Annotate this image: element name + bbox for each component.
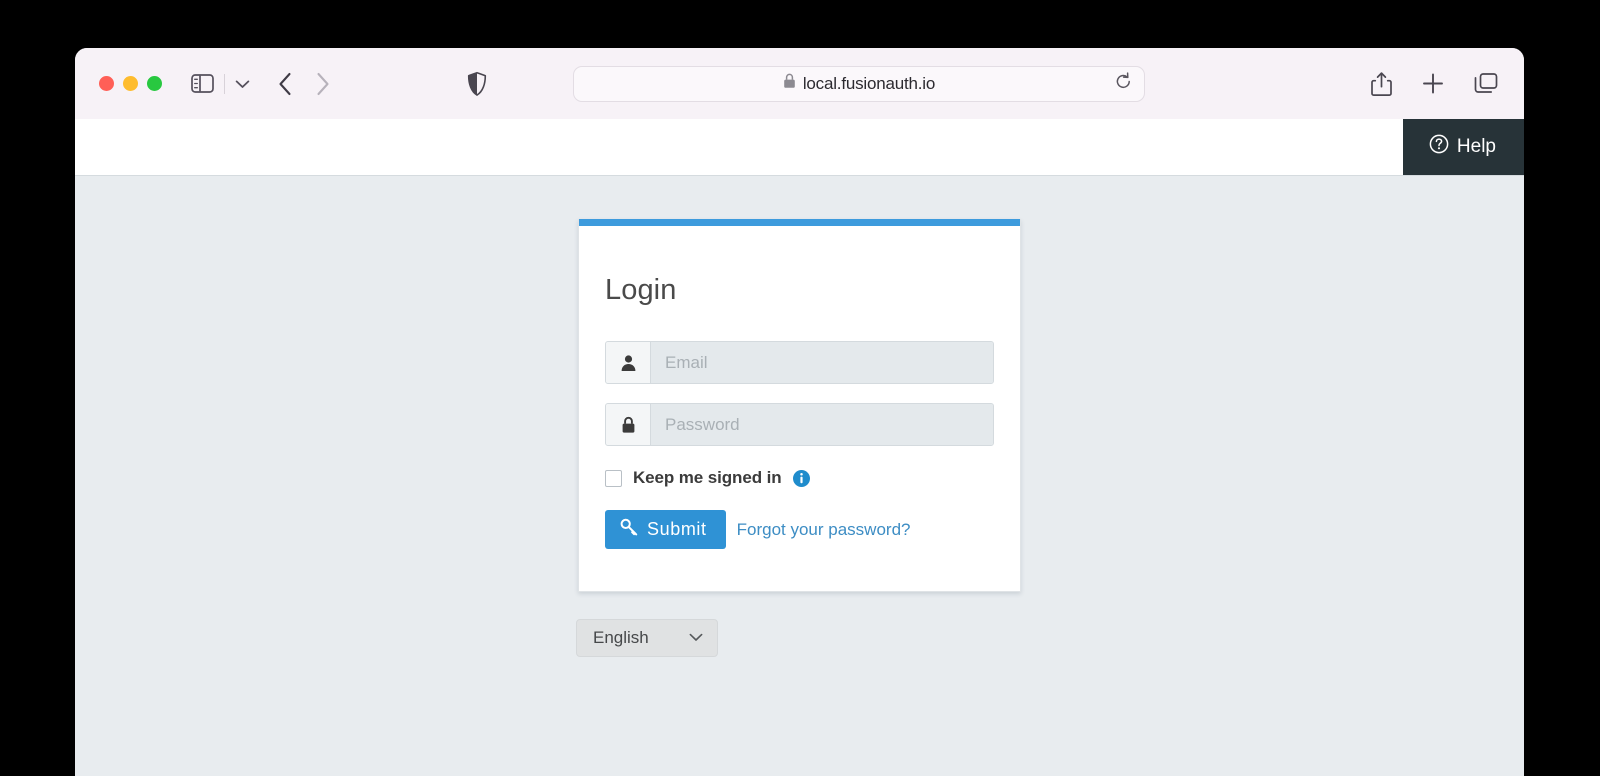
submit-button-label: Submit — [647, 519, 707, 539]
reload-icon[interactable] — [1115, 71, 1132, 96]
page-body: Login Email Keep me signed in Submit For… — [75, 175, 1524, 776]
page-title: Login — [605, 274, 677, 306]
window-controls — [99, 76, 162, 91]
address-bar-url: local.fusionauth.io — [802, 73, 936, 93]
browser-toolbar: local.fusionauth.io — [75, 48, 1524, 119]
lock-icon — [606, 404, 651, 445]
back-button[interactable] — [278, 72, 292, 96]
chevron-down-icon — [689, 629, 703, 647]
language-select[interactable]: English — [576, 619, 718, 657]
email-input-group — [605, 341, 994, 384]
browser-window: local.fusionauth.io Help Login Email Kee… — [75, 48, 1524, 776]
sidebar-controls — [191, 73, 250, 94]
address-bar[interactable]: local.fusionauth.io — [573, 65, 1145, 102]
new-tab-button[interactable] — [1422, 73, 1444, 95]
user-icon — [606, 342, 651, 383]
help-button-label: Help — [1456, 136, 1496, 157]
maximize-window-button[interactable] — [147, 76, 162, 91]
toolbar-divider — [224, 73, 225, 94]
close-window-button[interactable] — [99, 76, 114, 91]
card-accent-bar — [579, 219, 1020, 226]
password-field[interactable] — [651, 404, 993, 445]
minimize-window-button[interactable] — [123, 76, 138, 91]
privacy-shield-icon[interactable] — [467, 71, 487, 96]
info-circle-icon[interactable] — [792, 469, 810, 487]
navigation-buttons — [278, 72, 330, 96]
email-field[interactable] — [651, 342, 993, 383]
keep-signed-in-label: Keep me signed in — [633, 468, 782, 487]
tab-overview-icon[interactable] — [1474, 73, 1498, 95]
password-input-group — [605, 403, 994, 446]
chevron-down-icon[interactable] — [235, 79, 250, 89]
submit-row: Submit Forgot your password? — [605, 510, 994, 549]
forgot-password-link[interactable]: Forgot your password? — [733, 520, 911, 540]
login-card: Login Email Keep me signed in Submit For… — [578, 219, 1021, 592]
submit-button[interactable]: Submit — [605, 510, 726, 549]
keep-signed-in-checkbox[interactable] — [605, 469, 622, 487]
lock-icon — [783, 73, 796, 94]
question-circle-icon — [1429, 134, 1449, 160]
share-icon[interactable] — [1371, 71, 1392, 96]
sidebar-icon[interactable] — [191, 74, 214, 93]
language-select-value: English — [593, 628, 649, 647]
page-header: Help — [75, 119, 1524, 175]
forward-button[interactable] — [316, 72, 330, 96]
key-icon — [620, 518, 638, 541]
keep-signed-in-row: Keep me signed in — [605, 468, 994, 488]
toolbar-right-actions — [1371, 71, 1498, 96]
help-button[interactable]: Help — [1402, 119, 1524, 175]
